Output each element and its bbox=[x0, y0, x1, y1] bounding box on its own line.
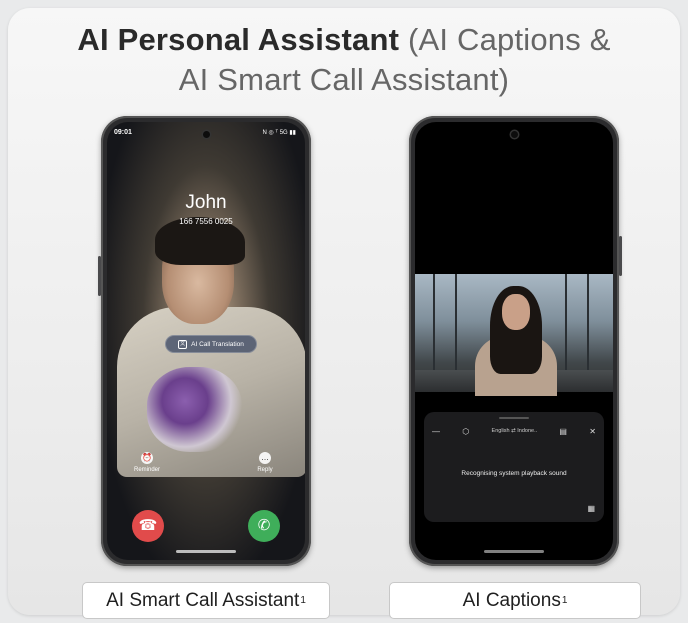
home-indicator[interactable] bbox=[176, 550, 236, 553]
footnote-marker: 1 bbox=[561, 595, 568, 606]
close-icon[interactable]: ✕ bbox=[589, 427, 596, 436]
captions-toolbar: — ⬡ English ⇄ Indone.. ▤ ✕ bbox=[432, 425, 596, 437]
phone-down-icon: ☎ bbox=[138, 517, 158, 534]
caller-number: 166 7556 0025 bbox=[179, 217, 233, 226]
flower-bouquet bbox=[147, 367, 242, 452]
video-person-face bbox=[502, 294, 530, 330]
status-icons: N ◎ ᵀ 5G ▮▮ bbox=[262, 130, 296, 136]
language-selector[interactable]: English ⇄ Indone.. bbox=[492, 428, 538, 434]
caller-name: John bbox=[185, 192, 227, 213]
translate-icon: 文 bbox=[178, 339, 188, 349]
ai-call-translation-label: AI Call Translation bbox=[191, 340, 244, 348]
label-ai-captions-text: AI Captions bbox=[462, 589, 561, 611]
footnote-marker: 1 bbox=[300, 595, 306, 606]
accept-call-button[interactable]: ✆ bbox=[248, 510, 280, 542]
decline-call-button[interactable]: ☎ bbox=[132, 510, 164, 542]
title-light: (AI Captions & bbox=[407, 22, 611, 57]
video-player[interactable] bbox=[415, 274, 613, 396]
phone-call-device: 09:01 N ◎ ᵀ 5G ▮▮ John 166 7556 0025 文 A… bbox=[98, 116, 311, 566]
minimize-icon[interactable]: — bbox=[432, 427, 440, 436]
front-camera bbox=[203, 131, 210, 138]
title-bold: AI Personal Assistant bbox=[77, 22, 400, 57]
layout-icon[interactable]: ▤ bbox=[559, 427, 567, 436]
status-time: 09:01 bbox=[114, 129, 132, 136]
message-icon: … bbox=[259, 452, 271, 464]
phone-icon: ✆ bbox=[257, 517, 271, 534]
reminder-button[interactable]: ⏰ Reminder bbox=[127, 452, 167, 473]
settings-icon[interactable]: ⬡ bbox=[462, 427, 469, 436]
incoming-call-screen: 09:01 N ◎ ᵀ 5G ▮▮ John 166 7556 0025 文 A… bbox=[107, 122, 305, 560]
ai-call-translation-button[interactable]: 文 AI Call Translation bbox=[165, 335, 257, 353]
reminder-label: Reminder bbox=[133, 467, 160, 473]
label-smart-call-text: AI Smart Call Assistant bbox=[106, 589, 300, 611]
home-indicator[interactable] bbox=[484, 550, 544, 553]
front-camera bbox=[511, 131, 518, 138]
caption-status-text: Recognising system playback sound bbox=[461, 470, 567, 477]
grid-icon[interactable]: ▦ bbox=[587, 504, 595, 513]
page-title: AI Personal Assistant (AI Captions & AI … bbox=[0, 20, 688, 100]
alarm-icon: ⏰ bbox=[141, 452, 153, 464]
label-smart-call-assistant: AI Smart Call Assistant 1 bbox=[82, 582, 330, 619]
drag-handle[interactable] bbox=[499, 417, 529, 419]
phone-captions-device: — ⬡ English ⇄ Indone.. ▤ ✕ Recognising s… bbox=[409, 116, 622, 566]
reply-label: Reply bbox=[257, 467, 273, 473]
captions-screen: — ⬡ English ⇄ Indone.. ▤ ✕ Recognising s… bbox=[415, 122, 613, 560]
reply-button[interactable]: … Reply bbox=[245, 452, 285, 473]
title-line2: AI Smart Call Assistant) bbox=[178, 62, 510, 97]
label-ai-captions: AI Captions 1 bbox=[389, 582, 641, 619]
ai-captions-panel: — ⬡ English ⇄ Indone.. ▤ ✕ Recognising s… bbox=[424, 412, 604, 522]
